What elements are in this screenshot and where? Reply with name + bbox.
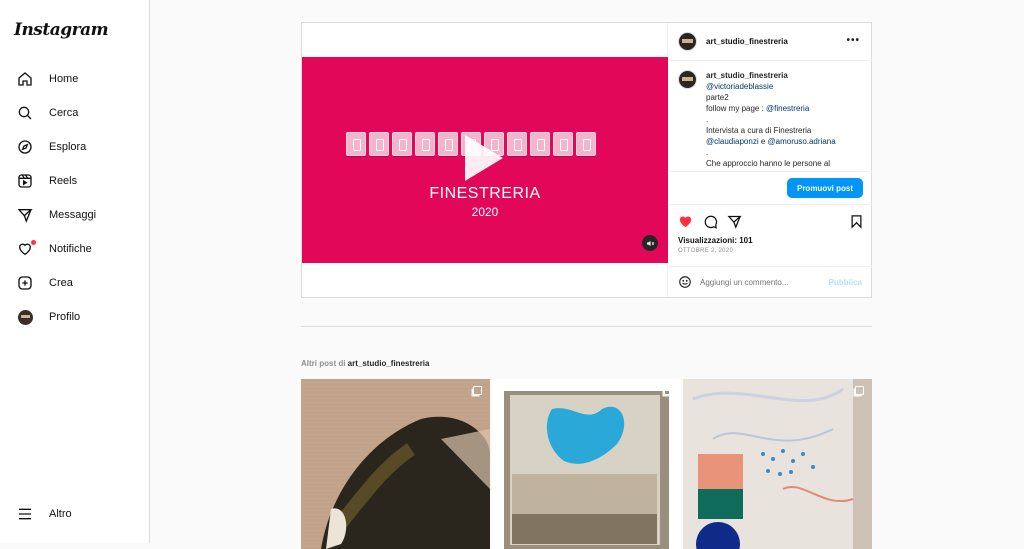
post-media: FINESTRERIA 2020 — [302, 23, 668, 297]
comment-bar: Pubblica — [669, 266, 872, 297]
mute-icon[interactable] — [642, 235, 658, 251]
sidebar-item-profile[interactable]: Profilo — [8, 303, 142, 331]
more-posts-account[interactable]: art_studio_finestreria — [348, 359, 430, 368]
artwork-thumbnail — [301, 379, 490, 549]
multiple-images-icon — [473, 386, 482, 395]
author-avatar[interactable] — [678, 32, 697, 51]
menu-icon — [12, 504, 38, 524]
sidebar-item-more[interactable]: Altro — [8, 500, 142, 528]
publish-button[interactable]: Pubblica — [829, 278, 862, 287]
post-caption: art_studio_finestreria @victoriadeblassi… — [678, 70, 868, 170]
sidebar-item-label: Messaggi — [49, 209, 97, 221]
sidebar-item-messages[interactable]: Messaggi — [8, 201, 142, 229]
author-username[interactable]: art_studio_finestreria — [706, 37, 788, 46]
video-player[interactable]: FINESTRERIA 2020 — [302, 57, 668, 263]
caption-line: . — [706, 148, 709, 157]
sidebar-item-explore[interactable]: Esplora — [8, 133, 142, 161]
grid-post-2[interactable] — [492, 379, 681, 549]
sidebar-item-reels[interactable]: Reels — [8, 167, 142, 195]
promote-post-button[interactable]: Promuovi post — [786, 178, 863, 198]
video-year: 2020 — [471, 205, 499, 219]
caption-line: e — [758, 137, 768, 146]
send-icon — [12, 205, 38, 225]
sidebar-item-notifications[interactable]: Notifiche — [8, 235, 142, 263]
sidebar-item-label: Home — [49, 73, 79, 85]
like-heart-icon[interactable] — [678, 214, 693, 229]
caption-line: Intervista a cura di Finestreria — [706, 126, 812, 135]
more-options-icon[interactable]: ••• — [846, 35, 860, 46]
caption-username[interactable]: art_studio_finestreria — [706, 70, 836, 81]
sidebar: Instagram Home Cerca Esplora Reels Messa… — [0, 0, 150, 543]
sidebar-item-create[interactable]: Crea — [8, 269, 142, 297]
sidebar-item-label: Reels — [49, 175, 78, 187]
post-header: art_studio_finestreria ••• — [669, 23, 872, 61]
sidebar-item-label: Cerca — [49, 107, 79, 119]
notification-dot — [31, 240, 36, 245]
comment-icon[interactable] — [703, 214, 718, 229]
sidebar-item-home[interactable]: Home — [8, 65, 142, 93]
caption-line: parte2 — [706, 93, 729, 102]
post-date[interactable]: OTTOBRE 2, 2020 — [678, 248, 733, 254]
more-posts-prefix: Altri post di — [301, 359, 348, 368]
views-count[interactable]: Visualizzazioni: 101 — [678, 236, 753, 245]
caption-line: . — [706, 115, 709, 124]
grid-post-3[interactable] — [683, 379, 872, 549]
heart-icon — [12, 239, 38, 259]
share-icon[interactable] — [727, 214, 742, 229]
multiple-images-icon — [855, 386, 864, 395]
sidebar-item-search[interactable]: Cerca — [8, 99, 142, 127]
artwork-thumbnail — [683, 379, 872, 549]
instagram-logo[interactable]: Instagram — [14, 20, 109, 40]
search-icon — [12, 103, 38, 123]
multiple-images-icon — [664, 386, 673, 395]
promote-bar: Promuovi post — [669, 171, 872, 205]
home-icon — [12, 69, 38, 89]
caption-mention[interactable]: @claudiaponzi — [706, 137, 759, 146]
caption-mention[interactable]: @amoruso.adriana — [768, 137, 836, 146]
caption-mention[interactable]: @finestreria — [766, 104, 809, 113]
post-sidebar: art_studio_finestreria ••• art_studio_fi… — [669, 23, 872, 297]
bookmark-icon[interactable] — [849, 214, 864, 229]
caption-mention[interactable]: @victoriadeblassie — [706, 81, 836, 92]
sidebar-item-label: Profilo — [49, 311, 81, 323]
video-title: FINESTRERIA — [429, 185, 541, 202]
comment-input[interactable] — [700, 277, 810, 287]
divider — [301, 326, 872, 327]
compass-icon — [12, 137, 38, 157]
reels-icon — [12, 171, 38, 191]
sidebar-item-label: Crea — [49, 277, 73, 289]
play-icon[interactable] — [465, 135, 503, 181]
post-actions — [678, 214, 864, 230]
sidebar-item-label: Altro — [49, 508, 72, 520]
post-card: FINESTRERIA 2020 art_studio_finestreria … — [301, 22, 872, 298]
more-posts-heading: Altri post di art_studio_finestreria — [301, 359, 429, 368]
caption-line: Che approccio hanno le persone al — [706, 159, 831, 168]
caption-line: follow my page : — [706, 104, 767, 113]
profile-avatar — [12, 307, 38, 327]
grid-post-1[interactable] — [301, 379, 490, 549]
sidebar-item-label: Notifiche — [49, 243, 92, 255]
emoji-icon[interactable] — [678, 275, 692, 289]
caption-avatar[interactable] — [678, 70, 697, 89]
artwork-thumbnail — [492, 379, 681, 549]
plus-square-icon — [12, 273, 38, 293]
sidebar-item-label: Esplora — [49, 141, 87, 153]
